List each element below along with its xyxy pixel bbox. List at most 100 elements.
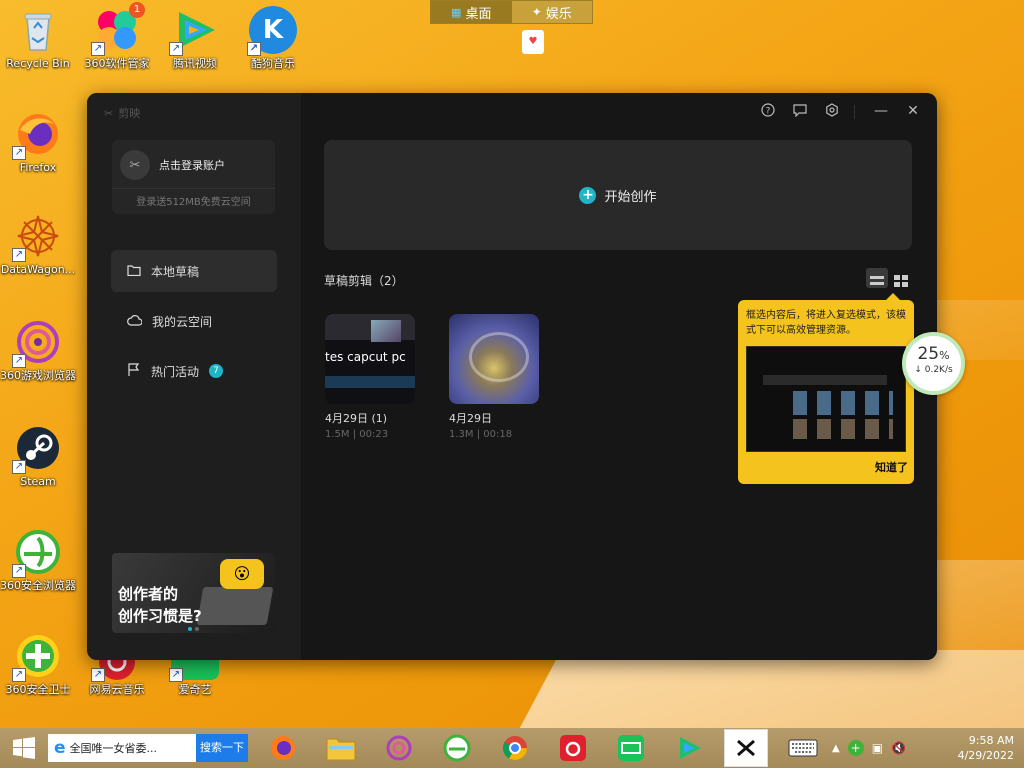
tray-expand-icon[interactable]: ▲ xyxy=(832,743,840,754)
icon-label: 360安全浏览器 xyxy=(0,579,76,592)
promo-line2: 创作习惯是? xyxy=(118,607,202,625)
login-title[interactable]: 点击登录账户 xyxy=(159,157,225,173)
taskbar-firefox-icon[interactable] xyxy=(262,729,304,767)
nav-label: 热门活动 xyxy=(151,364,200,379)
notification-badge: 1 xyxy=(129,2,145,18)
draft-thumbnail[interactable]: tes capcut pc xyxy=(325,314,415,404)
taskbar: e 全国唯一女省委... 搜索一下 ▲ + ▣ 🔇 9:58 AM 4/29/2… xyxy=(0,728,1024,768)
entertain-tab[interactable]: ✦ 娱乐 xyxy=(512,1,593,23)
datawagon-icon: ↗ xyxy=(12,212,62,262)
draft-meta: 1.5M | 00:23 xyxy=(325,429,389,440)
360-security-browser-shortcut[interactable]: ↗ 360安全浏览器 xyxy=(0,528,76,592)
tooltip-dismiss-button[interactable]: 知道了 xyxy=(875,460,908,475)
network-speed-widget[interactable]: 25% ↓ 0.2K/s xyxy=(902,332,965,395)
steam-icon: ↗ xyxy=(12,424,62,474)
promo-banner[interactable]: 😮 创作者的 创作习惯是? xyxy=(112,553,275,633)
360-guard-shortcut[interactable]: ↗ 360安全卫士 xyxy=(0,632,76,696)
help-icon[interactable]: ? xyxy=(758,103,778,121)
icon-label: 360安全卫士 xyxy=(5,683,71,696)
plus-icon: + xyxy=(579,186,597,204)
draft-card[interactable]: tes capcut pc 4月29日 (1) 1.5M | 00:23 xyxy=(325,314,415,440)
keyboard-icon[interactable] xyxy=(782,729,824,767)
draft-title[interactable]: 4月29日 (1) xyxy=(325,410,415,426)
taskbar-chrome-icon[interactable] xyxy=(494,729,536,767)
tencent-video-shortcut[interactable]: ↗ 腾讯视频 xyxy=(157,6,233,70)
cloud-icon xyxy=(127,314,143,329)
taskbar-explorer-icon[interactable] xyxy=(320,729,362,767)
folder-icon xyxy=(127,264,141,279)
tray-volume-muted-icon[interactable]: 🔇 xyxy=(891,741,906,755)
speed-unit: % xyxy=(939,349,950,362)
recycle-bin-shortcut[interactable]: Recycle Bin xyxy=(0,6,76,70)
taskbar-capcut-icon[interactable] xyxy=(724,729,768,767)
feedback-icon[interactable] xyxy=(790,103,810,121)
shortcut-arrow-icon: ↗ xyxy=(169,668,183,682)
events-badge: 7 xyxy=(209,364,224,378)
thumb-screen-top xyxy=(325,314,415,340)
desktop-tab[interactable]: ▦ 桌面 xyxy=(431,1,512,23)
nav-hot-events[interactable]: 热门活动 7 xyxy=(111,350,277,392)
icon-label: Steam xyxy=(20,475,56,488)
avatar[interactable]: ✂ xyxy=(120,150,150,180)
taskbar-iqiyi-icon[interactable] xyxy=(610,729,652,767)
minimize-icon[interactable]: — xyxy=(871,103,891,119)
datawagon-shortcut[interactable]: ↗ DataWagon... xyxy=(0,212,76,276)
taskbar-netease-icon[interactable] xyxy=(552,729,594,767)
shortcut-arrow-icon: ↗ xyxy=(169,42,183,56)
steam-shortcut[interactable]: ↗ Steam xyxy=(0,424,76,488)
360-game-browser-shortcut[interactable]: ↗ 360游戏浏览器 xyxy=(0,318,76,382)
icon-label: 360软件管家 xyxy=(84,57,150,70)
clock-time: 9:58 AM xyxy=(968,734,1014,747)
ie-search-box[interactable]: e 全国唯一女省委... xyxy=(48,734,196,762)
shortcut-arrow-icon: ↗ xyxy=(12,248,26,262)
taskbar-360-game-icon[interactable] xyxy=(378,729,420,767)
search-button[interactable]: 搜索一下 xyxy=(196,734,248,762)
tencent-video-icon: ↗ xyxy=(169,6,219,56)
start-create-label: 开始创作 xyxy=(604,189,657,205)
multiselect-tooltip: 框选内容后，将进入复选模式，该模式下可以高效管理资源。 知道了 xyxy=(738,293,914,484)
windows-flag-icon: ▦ xyxy=(451,5,462,19)
tshirt-icon[interactable]: ♥ xyxy=(522,30,544,54)
draft-thumbnail[interactable] xyxy=(449,314,539,404)
nav-cloud-space[interactable]: 我的云空间 xyxy=(111,300,277,342)
speed-rate: ↓ 0.2K/s xyxy=(914,365,953,375)
entertain-tab-label: 娱乐 xyxy=(545,6,572,22)
shortcut-arrow-icon: ↗ xyxy=(12,146,26,160)
carousel-dots[interactable] xyxy=(188,627,199,631)
firefox-shortcut[interactable]: ↗ Firefox xyxy=(0,110,76,174)
start-button[interactable] xyxy=(0,729,48,767)
icon-label: 腾讯视频 xyxy=(173,57,217,70)
tray-network-icon[interactable]: ▣ xyxy=(872,741,883,755)
draft-title[interactable]: 4月29日 xyxy=(449,410,539,426)
draft-meta: 1.3M | 00:18 xyxy=(449,429,513,440)
recycle-bin-icon xyxy=(14,6,62,54)
icon-label: 网易云音乐 xyxy=(89,683,145,696)
icon-label: Firefox xyxy=(19,161,57,174)
promo-line1: 创作者的 xyxy=(118,585,179,603)
kugou-music-icon: K ↗ xyxy=(247,6,297,56)
thumb-preview xyxy=(371,320,401,342)
settings-icon[interactable] xyxy=(822,103,842,121)
360-software-manager-shortcut[interactable]: 1 ↗ 360软件管家 xyxy=(79,2,155,70)
drafts-title: 草稿剪辑（2） xyxy=(324,274,404,288)
close-icon[interactable]: ✕ xyxy=(903,103,923,119)
icon-label: 爱奇艺 xyxy=(178,683,212,696)
360-game-browser-icon: ↗ xyxy=(12,318,62,368)
taskbar-360-browser-icon[interactable] xyxy=(436,729,478,767)
start-create-button[interactable]: + 开始创作 xyxy=(324,140,912,250)
taskbar-tencent-video-icon[interactable] xyxy=(668,729,710,767)
account-login-card[interactable]: ✂ 点击登录账户 登录送512MB免费云空间 xyxy=(112,140,275,214)
grid-view-icon[interactable] xyxy=(890,268,912,288)
shortcut-arrow-icon: ↗ xyxy=(12,564,26,578)
draft-card[interactable]: 4月29日 1.3M | 00:18 xyxy=(449,314,539,440)
nav-local-drafts[interactable]: 本地草稿 xyxy=(111,250,277,292)
flag-icon xyxy=(127,363,141,379)
kugou-music-shortcut[interactable]: K ↗ 酷狗音乐 xyxy=(235,6,311,70)
list-view-icon[interactable] xyxy=(866,268,888,288)
tray-360-guard-icon[interactable]: + xyxy=(847,740,864,756)
icon-label: 360游戏浏览器 xyxy=(0,369,76,382)
star-icon: ✦ xyxy=(531,5,542,19)
capcut-logo-icon: ✂ xyxy=(104,106,114,120)
clock[interactable]: 9:58 AM 4/29/2022 xyxy=(958,733,1014,763)
sidebar: ✂ 剪映 ✂ 点击登录账户 登录送512MB免费云空间 本地草稿 我的云空间 热门… xyxy=(87,93,301,660)
